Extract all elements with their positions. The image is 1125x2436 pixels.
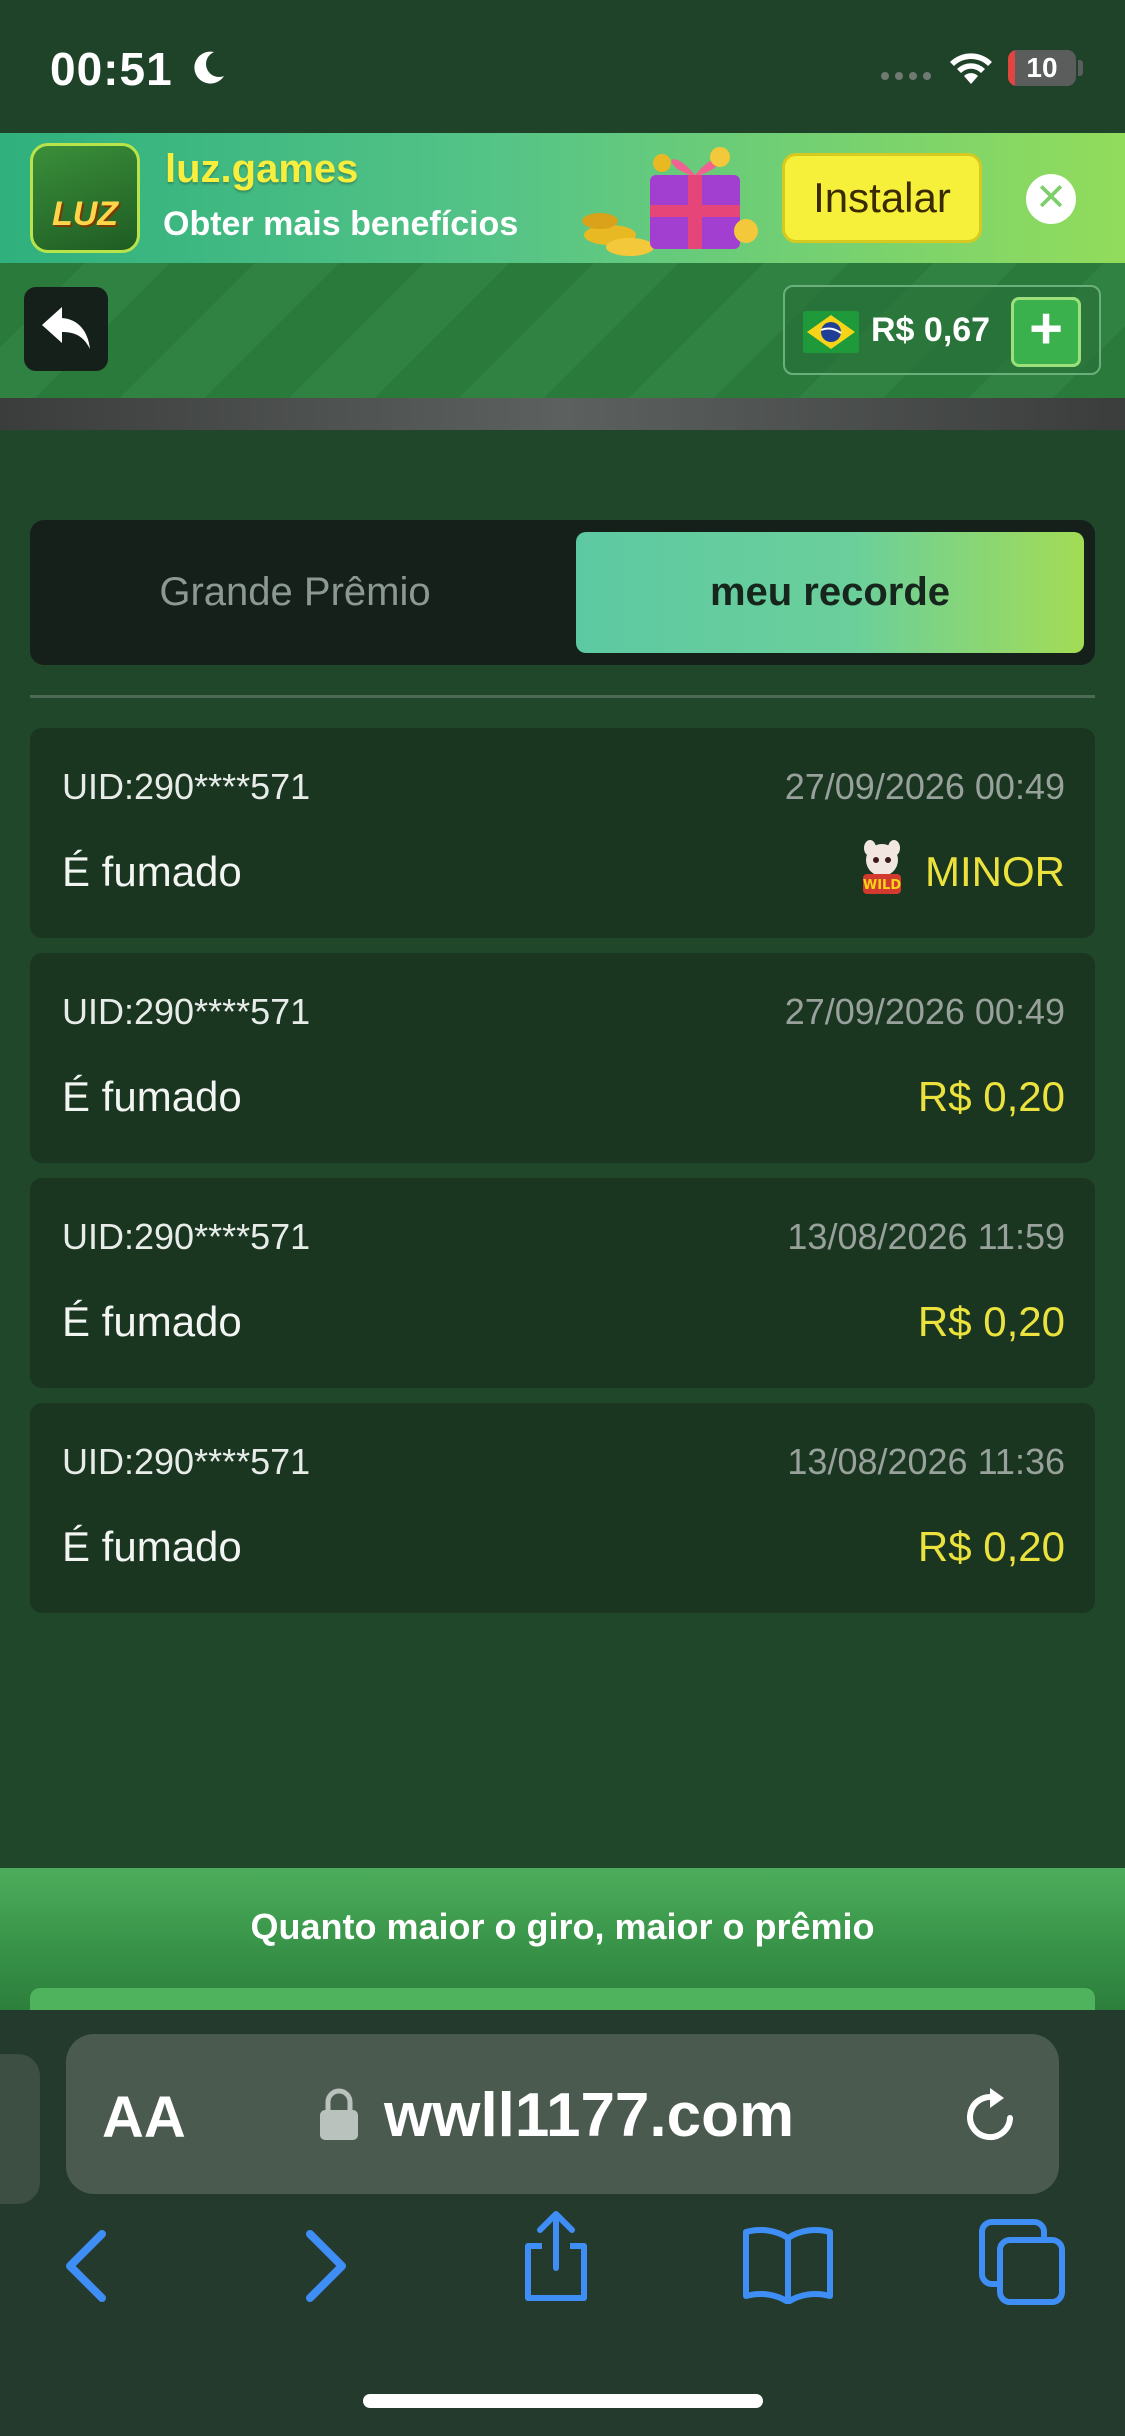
previous-tab-preview[interactable] — [0, 2054, 40, 2204]
record-prize: R$ 0,20 — [917, 1073, 1065, 1120]
tab-my-record[interactable]: meu recorde — [576, 532, 1084, 653]
brazil-flag-icon — [803, 311, 859, 353]
record-prize: MINOR — [925, 848, 1065, 895]
record-item: UID:290****571 27/09/2026 00:49 É fumado… — [30, 728, 1095, 938]
page-header: R$ 0,67 + — [0, 263, 1125, 398]
record-uid: UID:290****571 — [62, 1216, 311, 1257]
battery-icon: 10 — [1008, 50, 1076, 86]
record-date: 13/08/2026 11:36 — [787, 1441, 1065, 1482]
record-prize: R$ 0,20 — [917, 1523, 1065, 1570]
record-date: 13/08/2026 11:59 — [787, 1216, 1065, 1257]
svg-text:WILD: WILD — [863, 878, 901, 893]
status-bar: 00:51 10 — [0, 0, 1125, 133]
reload-icon[interactable] — [962, 2084, 1020, 2146]
record-item: UID:290****571 13/08/2026 11:36 É fumado… — [30, 1403, 1095, 1613]
record-status: É fumado — [62, 1523, 242, 1570]
install-banner: LUZ luz.games Obter mais benefícios Inst… — [0, 133, 1125, 263]
record-date: 27/09/2026 00:49 — [784, 991, 1065, 1032]
wifi-icon — [950, 53, 992, 84]
record-status: É fumado — [62, 1073, 242, 1120]
browser-toolbar: AA wwll1177.com — [0, 2010, 1125, 2436]
record-item: UID:290****571 27/09/2026 00:49 É fumado… — [30, 953, 1095, 1163]
bookmarks-icon[interactable] — [740, 2224, 836, 2304]
wild-icon: WILD — [863, 840, 901, 894]
text-size-button[interactable]: AA — [102, 2084, 186, 2151]
url-text: wwll1177.com — [384, 2081, 795, 2150]
back-button[interactable] — [24, 287, 108, 371]
home-indicator — [363, 2394, 763, 2408]
record-uid: UID:290****571 — [62, 1441, 311, 1482]
battery-cap — [1078, 60, 1083, 76]
lock-icon — [320, 2088, 358, 2140]
app-logo-text: LUZ — [51, 195, 119, 233]
tabs-divider — [30, 695, 1095, 698]
tab-grand-prize[interactable]: Grande Prêmio — [30, 520, 560, 665]
signal-icon — [881, 72, 931, 80]
record-uid: UID:290****571 — [62, 766, 311, 807]
tab-bar: Grande Prêmio meu recorde — [30, 520, 1095, 665]
status-time: 00:51 — [50, 43, 173, 95]
share-icon[interactable] — [516, 2210, 596, 2306]
record-status: É fumado — [62, 848, 242, 895]
record-item: UID:290****571 13/08/2026 11:59 É fumado… — [30, 1178, 1095, 1388]
deposit-button[interactable]: + — [1011, 297, 1081, 367]
record-uid: UID:290****571 — [62, 991, 311, 1032]
balance-box: R$ 0,67 + — [783, 285, 1101, 375]
header-divider — [0, 398, 1125, 430]
gift-coins-icon — [582, 147, 758, 256]
close-banner-button[interactable]: ✕ — [1026, 174, 1076, 224]
balance-amount: R$ 0,67 — [871, 311, 991, 349]
promo-text: Quanto maior o giro, maior o prêmio — [250, 1906, 875, 1947]
moon-icon — [194, 51, 224, 84]
address-bar[interactable]: AA wwll1177.com — [66, 2034, 1059, 2194]
forward-icon[interactable] — [298, 2226, 354, 2306]
install-button[interactable]: Instalar — [782, 153, 982, 243]
record-prize: R$ 0,20 — [917, 1298, 1065, 1345]
banner-title: luz.games — [165, 147, 359, 191]
app-logo: LUZ — [30, 143, 140, 253]
banner-subtitle: Obter mais benefícios — [163, 205, 519, 243]
back-icon[interactable] — [58, 2226, 114, 2306]
tabs-icon[interactable] — [976, 2216, 1068, 2306]
record-date: 27/09/2026 00:49 — [784, 766, 1065, 807]
record-status: É fumado — [62, 1298, 242, 1345]
back-arrow-icon — [42, 307, 90, 349]
battery-level: 10 — [1026, 52, 1058, 83]
